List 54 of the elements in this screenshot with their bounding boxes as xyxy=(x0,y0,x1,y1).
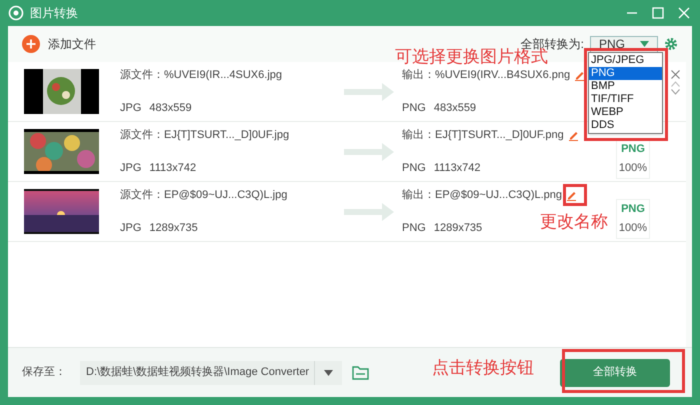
output-format: PNG xyxy=(402,160,426,176)
edit-icon[interactable] xyxy=(574,70,586,81)
annotation-text: 可选择更换图片格式 xyxy=(395,47,548,67)
plus-icon xyxy=(22,35,40,53)
output-format: PNG xyxy=(402,100,426,116)
remove-icon[interactable] xyxy=(671,70,680,79)
output-size: 483x559 xyxy=(434,100,476,116)
source-size: 1289x735 xyxy=(149,220,198,236)
output-file-name: 输出：EJ{T]TSURT..._D]0UF.png xyxy=(402,128,564,143)
move-down-icon[interactable] xyxy=(671,89,680,95)
settings-icon[interactable] xyxy=(664,37,678,51)
close-icon[interactable] xyxy=(678,7,690,19)
convert-all-button[interactable]: 全部转换 xyxy=(560,358,670,386)
annotation-text: 点击转换按钮 xyxy=(432,358,534,378)
highlight-frame xyxy=(563,184,587,206)
format-option[interactable]: TIF/TIFF xyxy=(589,93,662,106)
format-option[interactable]: WEBP xyxy=(589,106,662,119)
maximize-icon[interactable] xyxy=(652,7,664,19)
source-file-name: 源文件：%UVEI9(IR...4SUX6.jpg xyxy=(120,68,283,83)
arrow-icon xyxy=(344,142,394,162)
dropdown-icon[interactable] xyxy=(324,370,333,376)
source-format: JPG xyxy=(120,100,142,116)
folder-icon[interactable] xyxy=(352,366,369,380)
edit-icon[interactable] xyxy=(568,130,579,141)
source-size: 483x559 xyxy=(149,100,192,116)
app-logo-icon xyxy=(8,5,24,21)
badge-percent: 100% xyxy=(618,221,648,236)
format-option[interactable]: DDS xyxy=(589,119,662,132)
save-path-field[interactable]: D:\数据蛙\数据蛙视频转换器\Image Converter xyxy=(80,360,342,384)
output-size: 1113x742 xyxy=(434,160,481,176)
badge-format: PNG xyxy=(621,142,645,156)
move-up-icon[interactable] xyxy=(671,81,680,87)
output-size: 1289x735 xyxy=(434,220,482,236)
caret-icon xyxy=(640,41,649,47)
source-file-name: 源文件：EP@$09~UJ...C3Q)L.jpg xyxy=(120,188,288,203)
badge-format: PNG xyxy=(621,202,645,216)
arrow-icon xyxy=(344,202,394,222)
source-format: JPG xyxy=(120,160,142,176)
edit-icon[interactable] xyxy=(566,190,578,201)
add-file-button[interactable]: 添加文件 xyxy=(22,35,96,53)
format-option[interactable]: JPG/JPEG xyxy=(589,54,662,67)
arrow-icon xyxy=(344,82,394,102)
output-format: PNG xyxy=(402,220,426,236)
window-title: 图片转换 xyxy=(30,5,78,22)
annotation-text: 更改名称 xyxy=(540,212,608,232)
source-format: JPG xyxy=(120,220,142,236)
format-option[interactable]: PNG xyxy=(589,67,662,80)
output-file-name: 输出：EP@$09~UJ...C3Q)L.png xyxy=(402,188,562,203)
badge-percent: 100% xyxy=(618,161,648,176)
output-file-name: 输出：%UVEI9(IRV...B4SUX6.png xyxy=(402,68,570,83)
source-size: 1113x742 xyxy=(149,160,196,176)
source-file-name: 源文件：EJ{T]TSURT..._D]0UF.jpg xyxy=(120,128,290,143)
save-to-label: 保存至： xyxy=(22,365,66,380)
format-option[interactable]: BMP xyxy=(589,80,662,93)
